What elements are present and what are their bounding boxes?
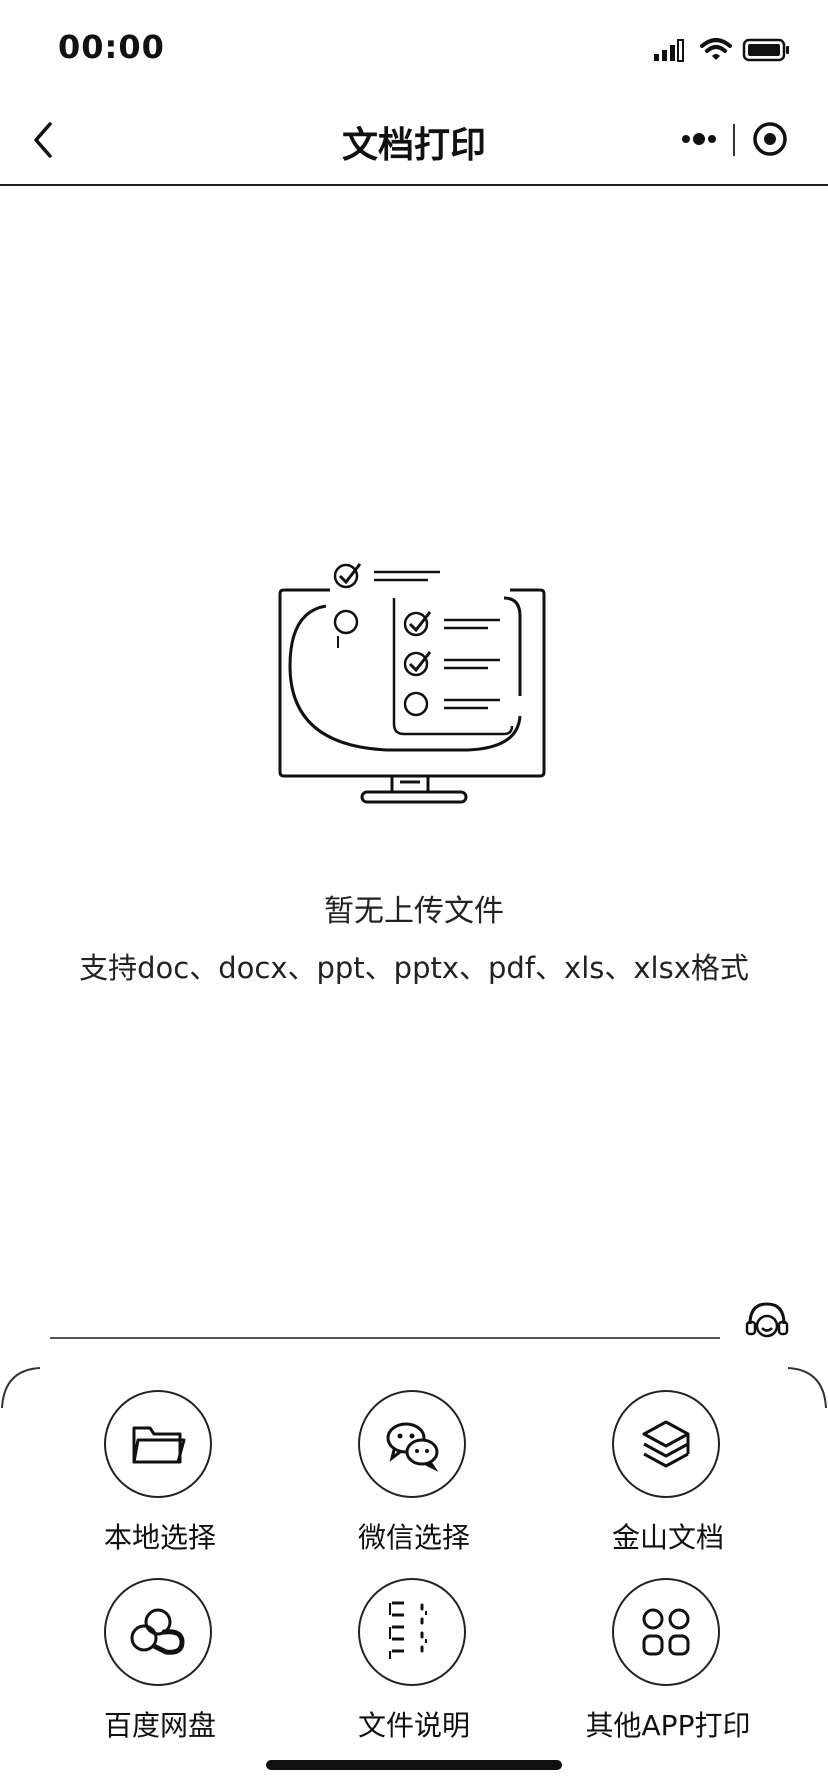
battery-icon xyxy=(742,38,789,62)
file-guide-icon xyxy=(389,1601,427,1659)
source-row: 本地选择 微信选择 金山文档 xyxy=(0,1390,828,1570)
supported-formats-hint: 支持doc、docx、ppt、pptx、pdf、xls、xlsx格式 xyxy=(79,951,749,985)
kingsoft-docs-icon xyxy=(642,1420,690,1468)
signal-icon xyxy=(654,39,684,62)
empty-illustration xyxy=(278,556,550,812)
status-bar: 00:00 xyxy=(0,0,828,96)
empty-state-title: 暂无上传文件 xyxy=(324,894,504,929)
source-kingsoft-circle xyxy=(612,1390,720,1498)
source-label: 本地选择 xyxy=(103,1521,216,1554)
baidu-netdisk-icon xyxy=(130,1608,185,1655)
more-button[interactable] xyxy=(666,112,732,166)
source-label: 其他APP打印 xyxy=(585,1709,751,1742)
mini-program-capsule xyxy=(666,112,800,166)
source-guide-circle xyxy=(358,1578,466,1686)
source-row: 百度网盘 文件说明 其他APP打印 xyxy=(0,1578,828,1758)
source-label: 金山文档 xyxy=(611,1521,724,1554)
source-label: 百度网盘 xyxy=(103,1709,216,1742)
source-other-app-circle xyxy=(612,1578,720,1686)
source-guide[interactable]: 文件说明 xyxy=(314,1578,514,1758)
source-wechat-circle xyxy=(358,1390,466,1498)
close-button[interactable] xyxy=(736,112,800,166)
source-label: 微信选择 xyxy=(357,1521,470,1554)
source-wechat[interactable]: 微信选择 xyxy=(314,1390,514,1570)
source-baidu[interactable]: 百度网盘 xyxy=(60,1578,260,1758)
home-indicator xyxy=(266,1760,562,1770)
source-label: 文件说明 xyxy=(357,1709,470,1742)
source-kingsoft[interactable]: 金山文档 xyxy=(568,1390,768,1570)
folder-icon xyxy=(132,1426,186,1464)
customer-service-button[interactable] xyxy=(742,1296,792,1346)
nav-bar: 文档打印 xyxy=(0,96,828,186)
sheet-divider xyxy=(50,1337,720,1339)
source-other-app[interactable]: 其他APP打印 xyxy=(568,1578,768,1758)
status-icons xyxy=(652,36,792,64)
customer-service-icon xyxy=(745,1302,789,1338)
capsule-divider xyxy=(733,124,735,156)
capsule-close-icon xyxy=(753,122,787,156)
wechat-icon xyxy=(386,1422,439,1472)
source-local-circle xyxy=(104,1390,212,1498)
wifi-icon xyxy=(700,38,732,60)
monitor-checklist-illustration xyxy=(278,563,546,804)
source-local[interactable]: 本地选择 xyxy=(60,1390,260,1570)
status-time: 00:00 xyxy=(58,28,165,66)
source-baidu-circle xyxy=(104,1578,212,1686)
more-dots-icon xyxy=(682,133,716,145)
apps-grid-icon xyxy=(642,1608,690,1656)
